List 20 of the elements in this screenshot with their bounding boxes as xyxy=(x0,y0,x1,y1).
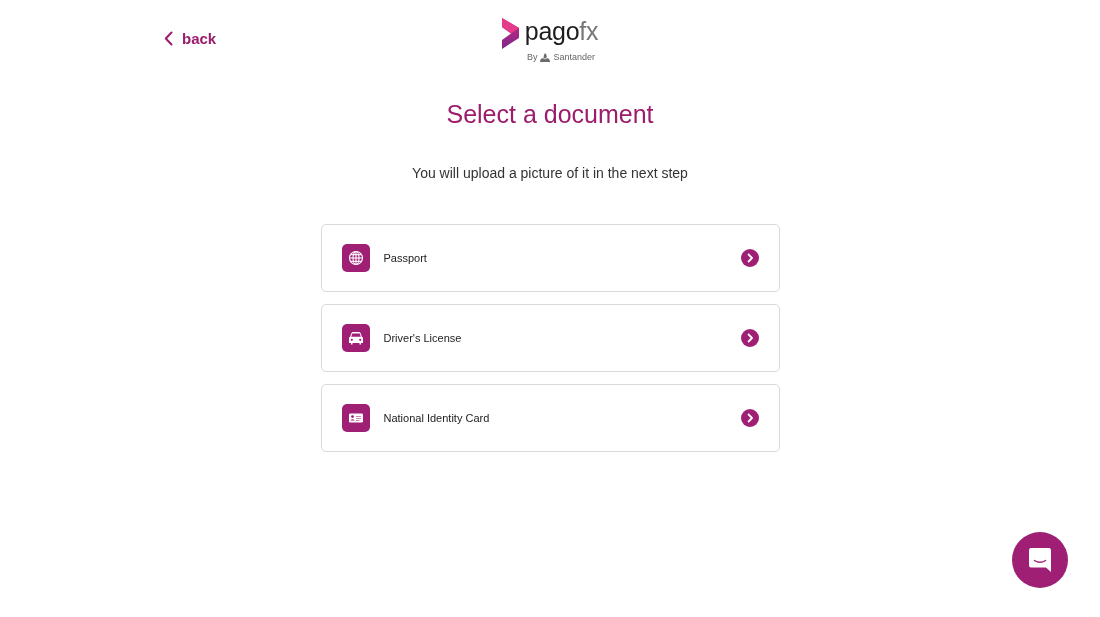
back-link[interactable]: back xyxy=(164,30,217,47)
document-option[interactable]: Passport xyxy=(320,224,780,292)
logo-mark-icon xyxy=(501,18,519,49)
logo-brand-name: Santander xyxy=(553,52,596,62)
chevron-left-icon xyxy=(164,31,173,46)
chat-bubble-icon xyxy=(1028,547,1052,573)
car-icon xyxy=(341,324,370,352)
document-option[interactable]: Driver's License xyxy=(320,304,780,372)
page-subtitle: You will upload a picture of it in the next step xyxy=(412,164,688,183)
chat-button[interactable] xyxy=(1012,532,1068,588)
chevron-right-icon xyxy=(740,409,759,427)
page-title: Select a document xyxy=(446,99,654,130)
document-option[interactable]: National Identity Card xyxy=(320,384,780,452)
logo-byline: By xyxy=(526,52,538,62)
id-card-icon xyxy=(341,404,370,432)
chevron-right-icon xyxy=(740,249,759,267)
chevron-right-icon xyxy=(740,329,759,347)
logo-wordmark: pagofx xyxy=(524,18,599,45)
brand-emblem-icon xyxy=(540,52,551,62)
globe-icon xyxy=(341,244,370,272)
